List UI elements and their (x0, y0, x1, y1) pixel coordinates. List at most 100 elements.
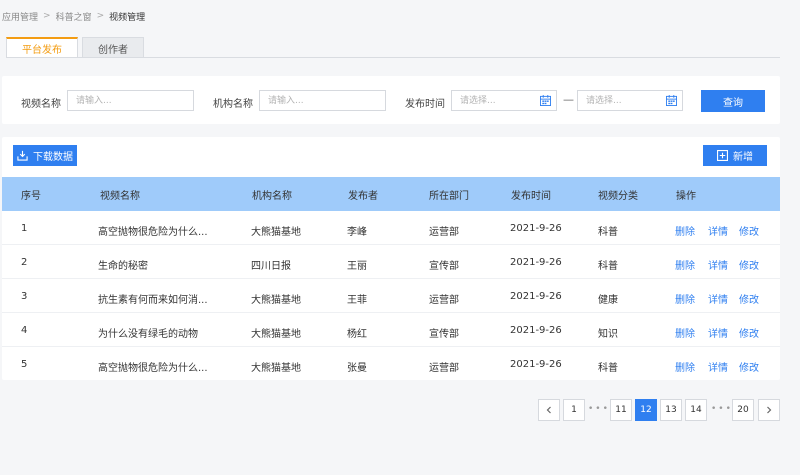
delete-link[interactable]: 删除 (675, 325, 695, 340)
breadcrumb-item-current: 视频管理 (109, 12, 146, 23)
pagination: 1 ••• 11 12 13 14 ••• 20 (0, 399, 800, 421)
pagination-ellipsis[interactable]: ••• (588, 404, 610, 414)
edit-link[interactable]: 修改 (739, 223, 759, 238)
cell-department: 宣传部 (429, 261, 459, 272)
detail-link[interactable]: 详情 (708, 359, 728, 374)
tab-divider (6, 57, 780, 58)
cell-no: 5 (21, 359, 28, 370)
next-page-button[interactable] (758, 399, 780, 421)
cell-department: 宣传部 (429, 329, 459, 340)
table-row: 1 高空抛物很危险为什么... 大熊猫基地 李峰 运营部 2021-9-26 科… (2, 211, 780, 245)
cell-publish-time: 2021-9-26 (510, 291, 562, 302)
breadcrumb-separator: > (43, 11, 51, 21)
cell-video-name: 高空抛物很危险为什么... (98, 363, 208, 374)
table-row: 4 为什么没有绿毛的动物 大熊猫基地 杨红 宣传部 2021-9-26 知识 删… (2, 313, 780, 347)
download-data-label: 下载数据 (33, 152, 73, 163)
column-header-org-name: 机构名称 (252, 190, 292, 202)
edit-link[interactable]: 修改 (739, 291, 759, 306)
cell-no: 4 (21, 325, 28, 336)
cell-org-name: 大熊猫基地 (251, 363, 301, 374)
page-button-20[interactable]: 20 (732, 399, 754, 421)
column-header-no: 序号 (21, 190, 41, 202)
edit-link[interactable]: 修改 (739, 257, 759, 272)
breadcrumb-item-app-management[interactable]: 应用管理 (2, 10, 38, 23)
date-range-separator: — (563, 93, 574, 106)
cell-video-name: 高空抛物很危险为什么... (98, 227, 208, 238)
cell-no: 2 (21, 257, 28, 268)
cell-category: 科普 (598, 363, 618, 374)
org-name-label: 机构名称 (213, 99, 253, 110)
delete-link[interactable]: 删除 (675, 223, 695, 238)
cell-publisher: 杨红 (347, 329, 367, 340)
chevron-left-icon (546, 406, 551, 414)
table-row: 3 抗生素有何而来如何消... 大熊猫基地 王菲 运营部 2021-9-26 健… (2, 279, 780, 313)
plus-square-icon (717, 150, 728, 161)
edit-link[interactable]: 修改 (739, 359, 759, 374)
cell-publisher: 李峰 (347, 227, 367, 238)
download-data-button[interactable]: 下载数据 (13, 145, 77, 166)
cell-org-name: 大熊猫基地 (251, 295, 301, 306)
cell-publish-time: 2021-9-26 (510, 359, 562, 370)
detail-link[interactable]: 详情 (708, 223, 728, 238)
calendar-icon[interactable] (540, 95, 551, 106)
cell-publisher: 张曼 (347, 363, 367, 374)
page-button-1[interactable]: 1 (563, 399, 585, 421)
column-header-actions: 操作 (676, 190, 696, 202)
column-header-publish-time: 发布时间 (511, 190, 551, 202)
page-button-11[interactable]: 11 (610, 399, 632, 421)
cell-department: 运营部 (429, 227, 459, 238)
cell-video-name: 生命的秘密 (98, 261, 148, 272)
edit-link[interactable]: 修改 (739, 325, 759, 340)
cell-publisher: 王菲 (347, 295, 367, 306)
cell-video-name: 抗生素有何而来如何消... (98, 295, 208, 306)
add-button[interactable]: 新增 (703, 145, 767, 166)
cell-department: 运营部 (429, 295, 459, 306)
cell-publish-time: 2021-9-26 (510, 325, 562, 336)
cell-video-name: 为什么没有绿毛的动物 (98, 329, 198, 340)
delete-link[interactable]: 删除 (675, 291, 695, 306)
publish-time-label: 发布时间 (405, 99, 445, 110)
cell-org-name: 大熊猫基地 (251, 329, 301, 340)
pagination-ellipsis[interactable]: ••• (711, 404, 733, 414)
breadcrumb-separator: > (96, 11, 105, 21)
add-label: 新增 (733, 152, 753, 163)
video-name-input[interactable] (67, 90, 194, 111)
chevron-right-icon (767, 406, 772, 414)
table-row: 2 生命的秘密 四川日报 王丽 宣传部 2021-9-26 科普 删除 详情 修… (2, 245, 780, 279)
page-button-14[interactable]: 14 (685, 399, 707, 421)
org-name-input[interactable] (259, 90, 386, 111)
prev-page-button[interactable] (538, 399, 560, 421)
search-panel: 视频名称 机构名称 发布时间 — 查询 (2, 76, 780, 124)
cell-category: 知识 (598, 329, 618, 340)
detail-link[interactable]: 详情 (708, 325, 728, 340)
video-name-label: 视频名称 (21, 99, 61, 110)
cell-department: 运营部 (429, 363, 459, 374)
cell-no: 1 (21, 223, 28, 234)
download-icon (17, 150, 28, 161)
detail-link[interactable]: 详情 (708, 257, 728, 272)
delete-link[interactable]: 删除 (675, 359, 695, 374)
tab-bar: 平台发布 创作者 (6, 37, 144, 58)
calendar-icon[interactable] (666, 95, 677, 106)
data-table-panel: 下载数据 新增 序号 视频名称 机构名称 发布者 所在部门 发布时间 视频分类 … (2, 137, 780, 380)
query-button[interactable]: 查询 (701, 90, 765, 112)
cell-publisher: 王丽 (347, 261, 367, 272)
cell-org-name: 大熊猫基地 (251, 227, 301, 238)
tab-creator[interactable]: 创作者 (82, 37, 144, 58)
page-button-12[interactable]: 12 (635, 399, 657, 421)
cell-publish-time: 2021-9-26 (510, 223, 562, 234)
column-header-video-name: 视频名称 (100, 190, 140, 202)
tab-platform-publish[interactable]: 平台发布 (6, 37, 78, 58)
column-header-department: 所在部门 (429, 190, 469, 202)
table-row: 5 高空抛物很危险为什么... 大熊猫基地 张曼 运营部 2021-9-26 科… (2, 347, 780, 381)
cell-category: 健康 (598, 295, 618, 306)
delete-link[interactable]: 删除 (675, 257, 695, 272)
cell-category: 科普 (598, 227, 618, 238)
detail-link[interactable]: 详情 (708, 291, 728, 306)
cell-category: 科普 (598, 261, 618, 272)
breadcrumb: 应用管理 > 科普之窗 > 视频管理 (2, 9, 145, 23)
table-header: 序号 视频名称 机构名称 发布者 所在部门 发布时间 视频分类 操作 (2, 177, 780, 211)
breadcrumb-item-science-window[interactable]: 科普之窗 (56, 10, 92, 23)
column-header-category: 视频分类 (598, 190, 638, 202)
page-button-13[interactable]: 13 (660, 399, 682, 421)
